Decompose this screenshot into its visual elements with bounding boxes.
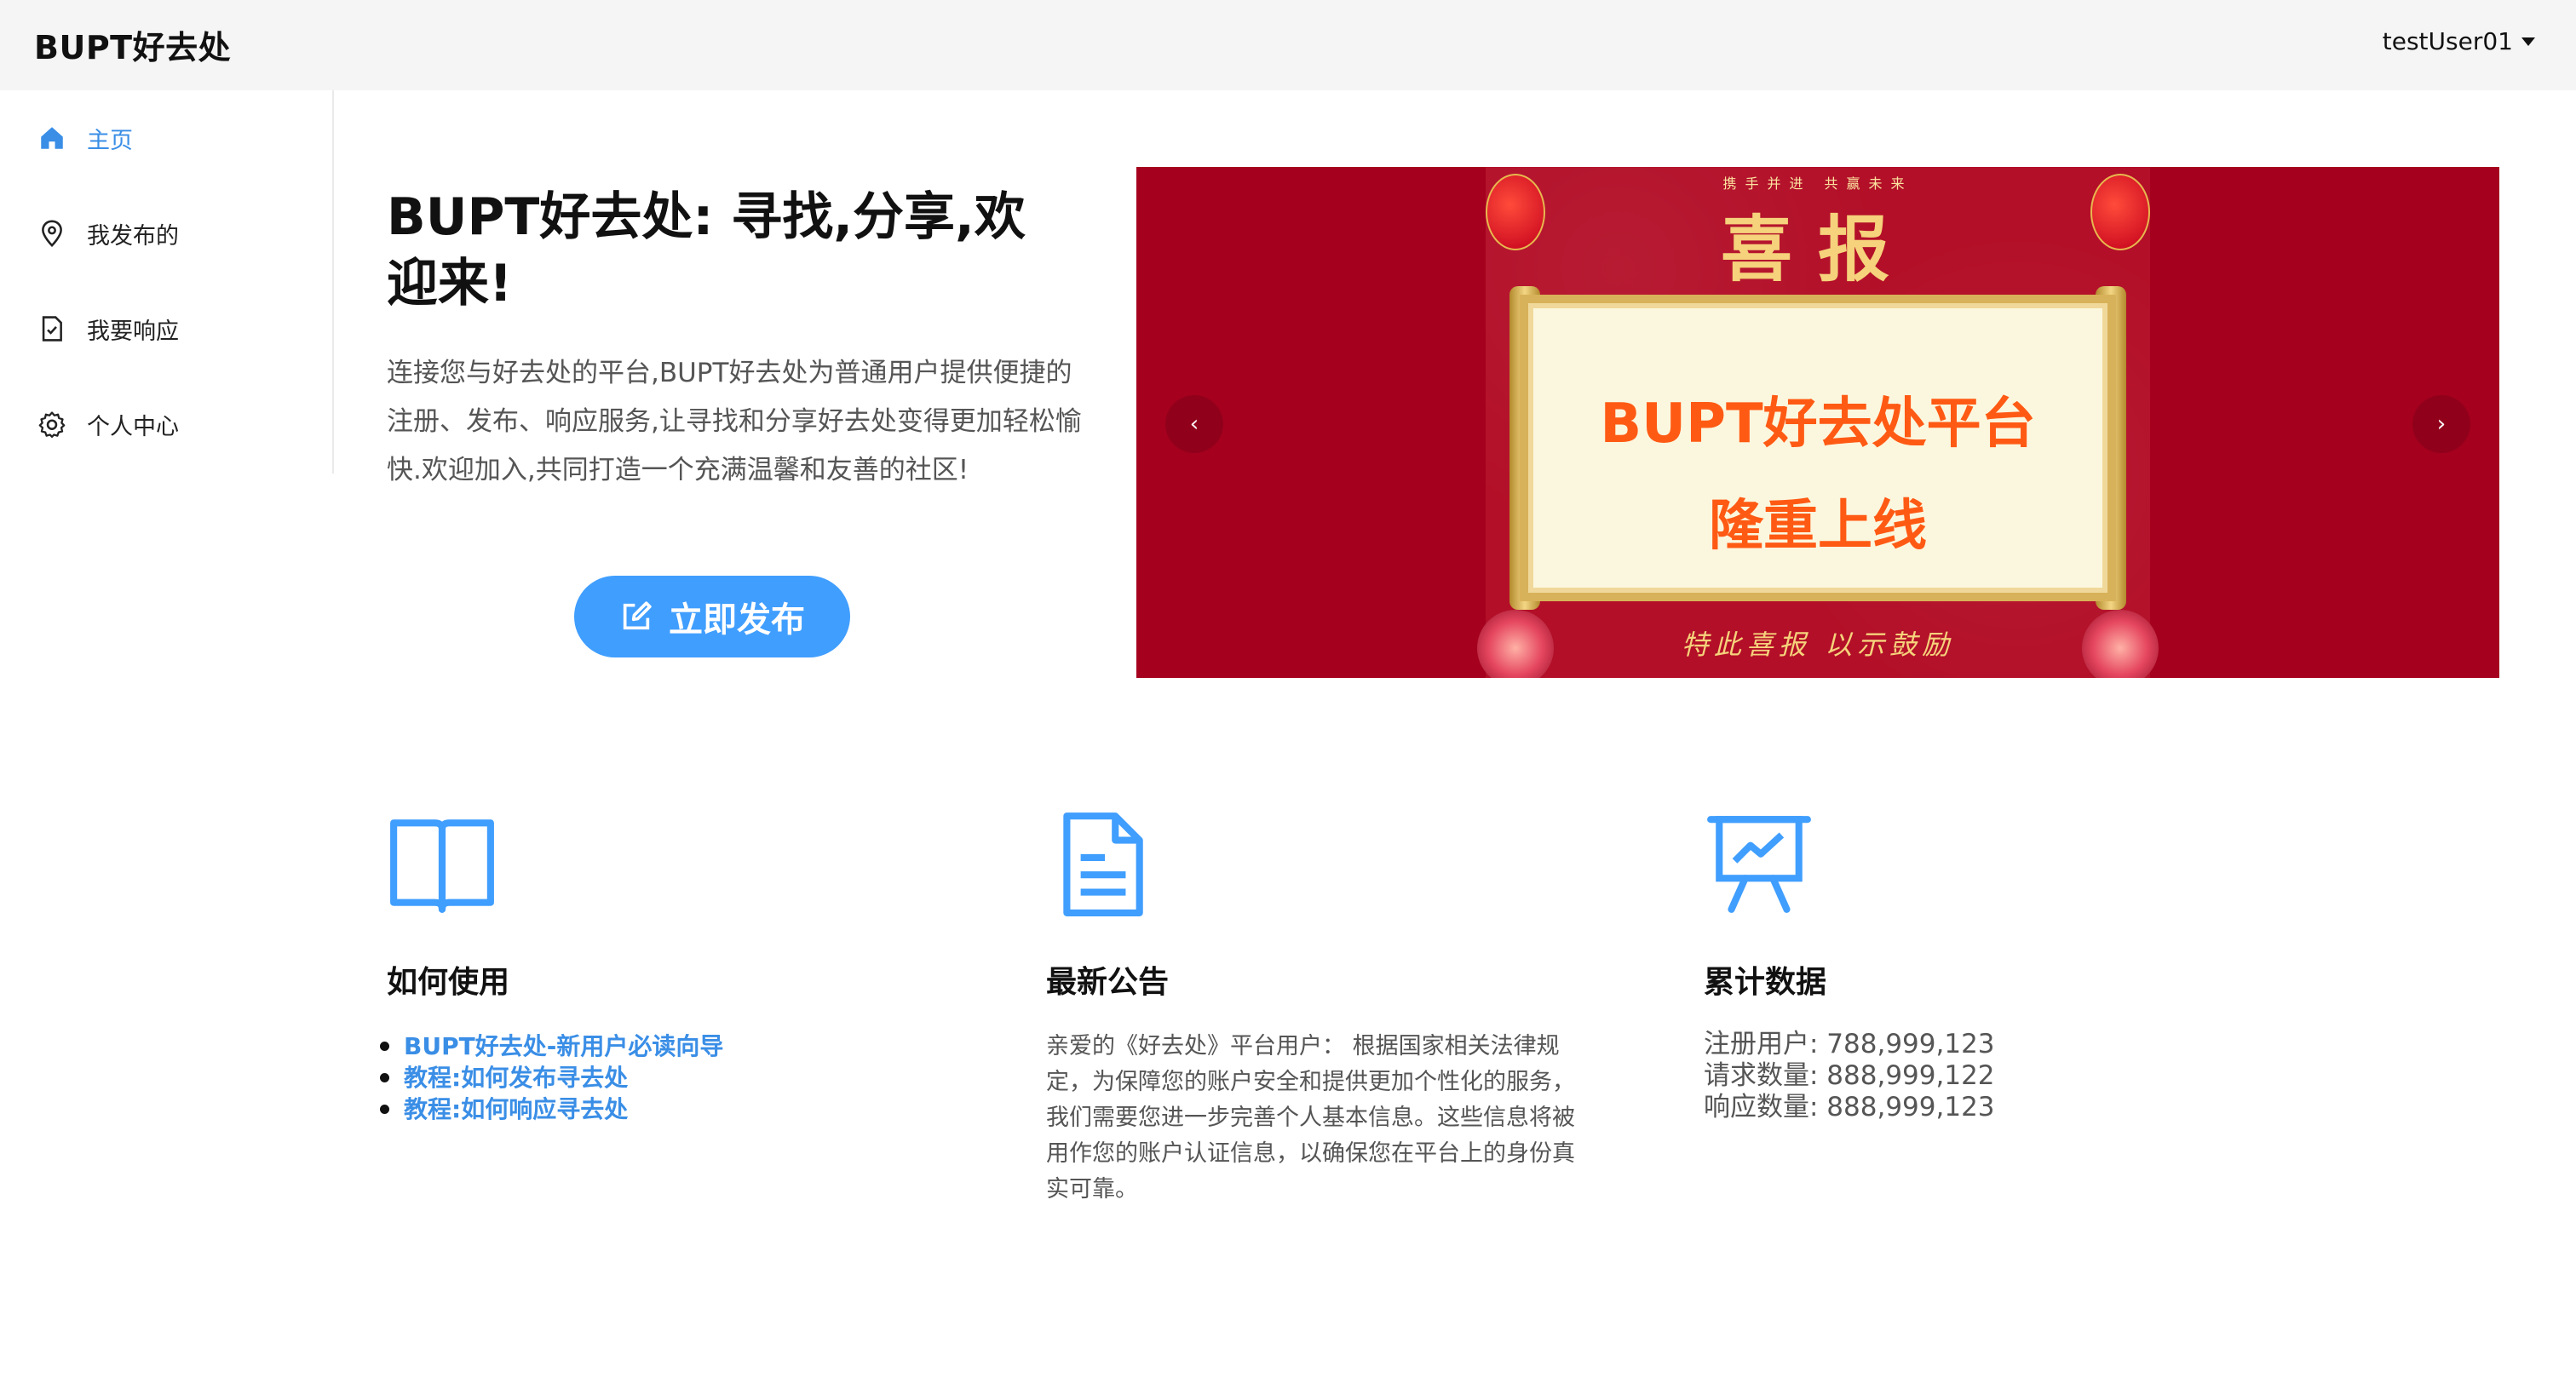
edit-icon [623,601,652,630]
stat-registered-users: 注册用户: 788,999,123 [1704,1029,1995,1059]
poster-line-1: BUPT好去处平台 [1600,393,2036,456]
notice-title: 最新公告 [1046,965,1170,1000]
sidebar-item-label: 主页 [87,127,133,154]
tutorial-respond-link[interactable]: 教程:如何响应寻去处 [380,1094,723,1125]
sidebar-item-label: 个人中心 [87,413,179,440]
how-to-use-title: 如何使用 [387,965,510,1000]
document-check-icon [42,316,62,342]
sidebar-item-respond[interactable]: 我要响应 [37,303,310,354]
poster-top-text: 携手并进 共赢未来 [1722,175,1913,192]
how-to-use-links: BUPT好去处-新用户必读向导 教程:如何发布寻去处 教程:如何响应寻去处 [380,1030,723,1125]
gear-icon [38,411,66,439]
stat-responses: 响应数量: 888,999,123 [1704,1092,1995,1122]
publish-button-label: 立即发布 [669,600,805,640]
notice-text: 亲爱的《好去处》平台用户： 根据国家相关法律规定，为保障您的账户安全和提供更加个… [1046,1033,1575,1203]
sidebar-item-label: 我要响应 [87,318,179,345]
hero-title: BUPT好去处: 寻找,分享,欢迎来! [387,187,1026,313]
sidebar: 主页 我发布的 我要响应 个人中心 [0,90,334,474]
stat-requests: 请求数量: 888,999,122 [1704,1060,1995,1091]
caret-down-icon[interactable] [2521,37,2535,46]
stats-title: 累计数据 [1704,965,1827,1000]
top-header: BUPT好去处 testUser01 [0,0,2576,90]
banner-carousel[interactable]: 携手并进 共赢未来 喜报 BUPT好去处平台 隆重上线 特此喜报 以示鼓励 ‹ … [1136,167,2499,678]
presentation-chart-icon [1707,816,1811,913]
poster-scroll: BUPT好去处平台 隆重上线 [1520,295,2116,601]
tutorial-publish-link[interactable]: 教程:如何发布寻去处 [380,1062,723,1094]
open-book-icon [390,819,494,913]
username[interactable]: testUser01 [2383,27,2513,55]
carousel-next-button[interactable]: › [2412,395,2470,453]
poster-line-2: 隆重上线 [1709,495,1927,558]
hero-description: 连接您与好去处的平台,BUPT好去处为普通用户提供便捷的注册、发布、响应服务,让… [387,358,1082,485]
home-icon [41,127,63,149]
carousel-slide-poster: 携手并进 共赢未来 喜报 BUPT好去处平台 隆重上线 特此喜报 以示鼓励 [1477,167,2159,678]
document-icon [1063,812,1143,916]
sidebar-item-profile[interactable]: 个人中心 [37,399,310,450]
brand-logo-text[interactable]: BUPT好去处 [34,21,231,68]
guide-link[interactable]: BUPT好去处-新用户必读向导 [380,1030,723,1062]
sidebar-item-my-posts[interactable]: 我发布的 [37,208,310,259]
poster-heading: 喜报 [1720,207,1915,291]
publish-now-button[interactable]: 立即发布 [574,576,850,657]
sidebar-item-home[interactable]: 主页 [37,112,310,164]
poster-bottom-text: 特此喜报 以示鼓励 [1681,629,1955,661]
stats-block: 注册用户: 788,999,123 请求数量: 888,999,122 响应数量… [1704,1029,1995,1123]
carousel-prev-button[interactable]: ‹ [1165,395,1223,453]
user-menu[interactable]: testUser01 [2383,27,2535,55]
location-pin-icon [42,220,62,247]
sidebar-item-label: 我发布的 [87,222,179,250]
